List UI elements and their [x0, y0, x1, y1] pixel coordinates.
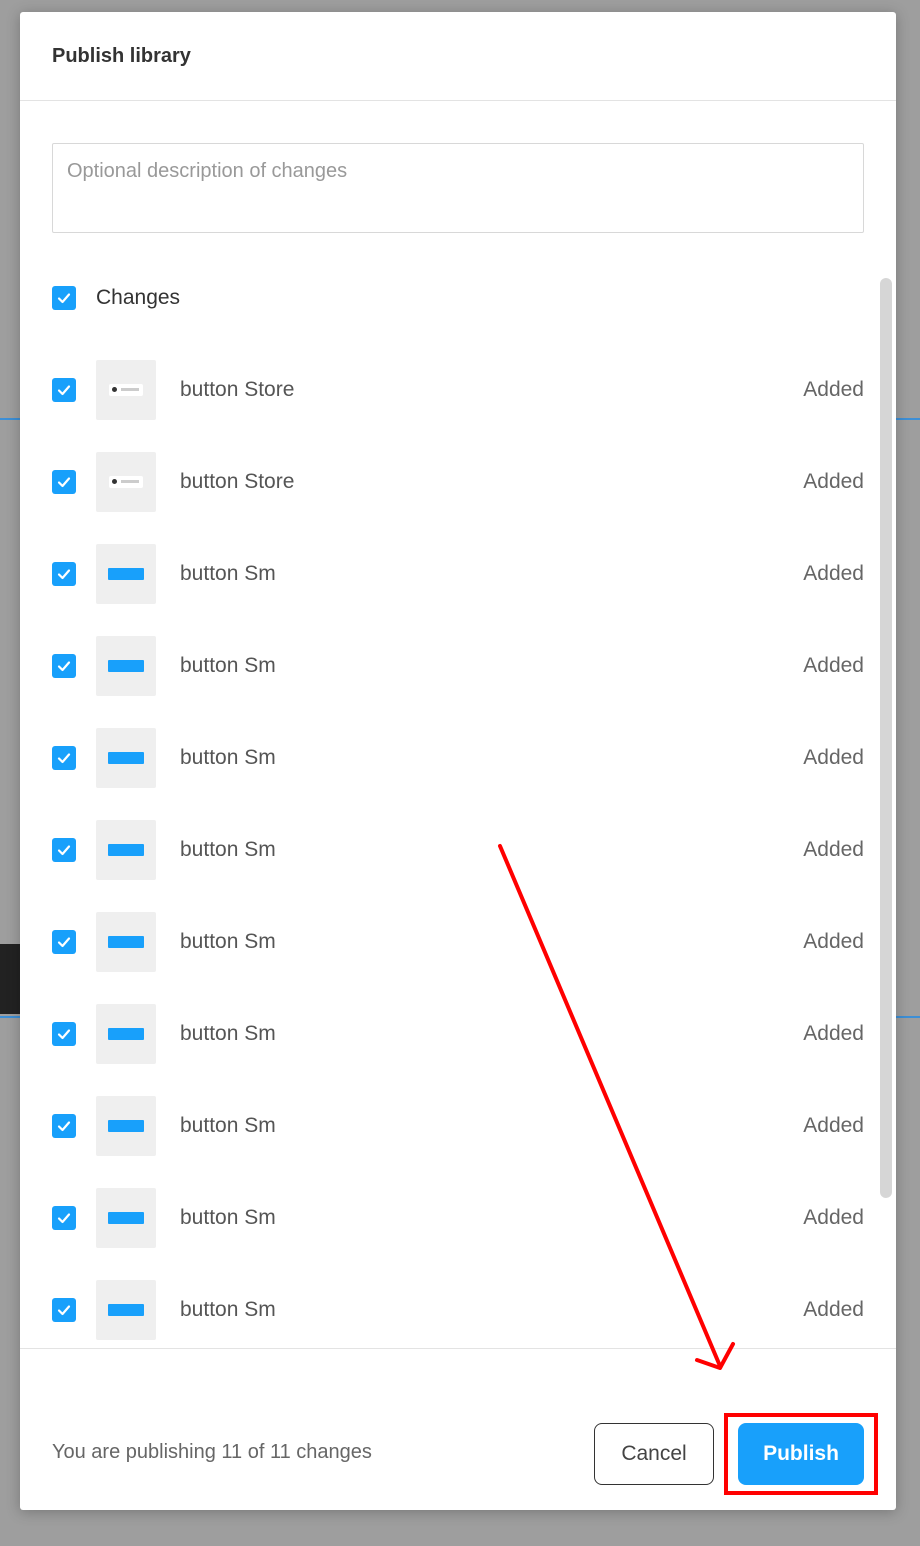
change-status: Added [803, 562, 864, 585]
component-thumbnail [96, 1280, 156, 1340]
component-preview [108, 844, 144, 856]
publish-library-dialog: Publish library Changes button Store Adde… [20, 12, 896, 1510]
component-preview [108, 1028, 144, 1040]
change-status: Added [803, 1206, 864, 1229]
component-preview [108, 660, 144, 672]
checkmark-icon [57, 1029, 71, 1040]
component-preview [109, 476, 143, 488]
checkmark-icon [57, 1213, 71, 1224]
change-checkbox[interactable] [52, 1022, 76, 1046]
checkmark-icon [57, 477, 71, 488]
background-divider [896, 418, 920, 420]
component-preview [108, 936, 144, 948]
component-preview [108, 568, 144, 580]
checkmark-icon [57, 845, 71, 856]
component-name: button Sm [180, 1206, 276, 1229]
component-thumbnail [96, 1004, 156, 1064]
checkmark-icon [57, 661, 71, 672]
change-status: Added [803, 378, 864, 401]
change-status: Added [803, 838, 864, 861]
checkmark-icon [57, 569, 71, 580]
component-thumbnail [96, 820, 156, 880]
change-checkbox[interactable] [52, 1298, 76, 1322]
checkmark-icon [57, 385, 71, 396]
change-checkbox[interactable] [52, 746, 76, 770]
description-input[interactable] [52, 143, 864, 233]
background-panel [0, 944, 20, 1014]
change-status: Added [803, 470, 864, 493]
component-thumbnail [96, 360, 156, 420]
component-thumbnail [96, 912, 156, 972]
component-name: button Sm [180, 930, 276, 953]
publish-button[interactable]: Publish [738, 1423, 864, 1485]
select-all-checkbox[interactable] [52, 286, 76, 310]
change-row[interactable]: button Store Added [52, 452, 864, 512]
background-divider [0, 418, 20, 420]
component-name: button Sm [180, 1298, 276, 1321]
change-checkbox[interactable] [52, 1114, 76, 1138]
component-preview [109, 384, 143, 396]
checkmark-icon [57, 753, 71, 764]
changes-header: Changes [52, 286, 180, 310]
component-name: button Sm [180, 1022, 276, 1045]
dialog-header: Publish library [20, 12, 896, 101]
change-status: Added [803, 1114, 864, 1137]
component-name: button Sm [180, 1114, 276, 1137]
change-row[interactable]: button Sm Added [52, 912, 864, 972]
dialog-footer: You are publishing 11 of 11 changes Canc… [20, 1348, 896, 1510]
change-checkbox[interactable] [52, 1206, 76, 1230]
change-status: Added [803, 1022, 864, 1045]
component-thumbnail [96, 1096, 156, 1156]
checkmark-icon [57, 1121, 71, 1132]
changes-label: Changes [96, 286, 181, 309]
change-row[interactable]: button Sm Added [52, 1004, 864, 1064]
component-preview [108, 1212, 144, 1224]
component-thumbnail [96, 728, 156, 788]
change-row[interactable]: button Sm Added [52, 728, 864, 788]
publish-summary: You are publishing 11 of 11 changes [52, 1441, 372, 1463]
change-status: Added [803, 654, 864, 677]
component-thumbnail [96, 544, 156, 604]
dialog-title: Publish library [52, 44, 191, 67]
change-status: Added [803, 1298, 864, 1321]
change-checkbox[interactable] [52, 562, 76, 586]
component-name: button Store [180, 470, 295, 493]
change-checkbox[interactable] [52, 470, 76, 494]
component-thumbnail [96, 452, 156, 512]
checkmark-icon [57, 1305, 71, 1316]
background-divider [0, 1016, 20, 1018]
scrollbar[interactable] [880, 278, 892, 1198]
change-status: Added [803, 746, 864, 769]
component-preview [108, 1120, 144, 1132]
change-row[interactable]: button Sm Added [52, 1280, 864, 1340]
component-name: button Store [180, 378, 295, 401]
background-divider [896, 1016, 920, 1018]
component-preview [108, 1304, 144, 1316]
cancel-button[interactable]: Cancel [594, 1423, 714, 1485]
component-thumbnail [96, 1188, 156, 1248]
change-row[interactable]: button Store Added [52, 360, 864, 420]
component-name: button Sm [180, 562, 276, 585]
change-checkbox[interactable] [52, 930, 76, 954]
change-row[interactable]: button Sm Added [52, 636, 864, 696]
change-checkbox[interactable] [52, 378, 76, 402]
change-checkbox[interactable] [52, 654, 76, 678]
change-row[interactable]: button Sm Added [52, 1096, 864, 1156]
component-name: button Sm [180, 654, 276, 677]
change-row[interactable]: button Sm Added [52, 820, 864, 880]
change-row[interactable]: button Sm Added [52, 1188, 864, 1248]
checkmark-icon [57, 293, 71, 304]
change-status: Added [803, 930, 864, 953]
changes-list[interactable]: Changes button Store Added button Store Add… [20, 262, 896, 1348]
component-name: button Sm [180, 746, 276, 769]
component-thumbnail [96, 636, 156, 696]
change-row[interactable]: button Sm Added [52, 544, 864, 604]
component-name: button Sm [180, 838, 276, 861]
component-preview [108, 752, 144, 764]
change-checkbox[interactable] [52, 838, 76, 862]
checkmark-icon [57, 937, 71, 948]
